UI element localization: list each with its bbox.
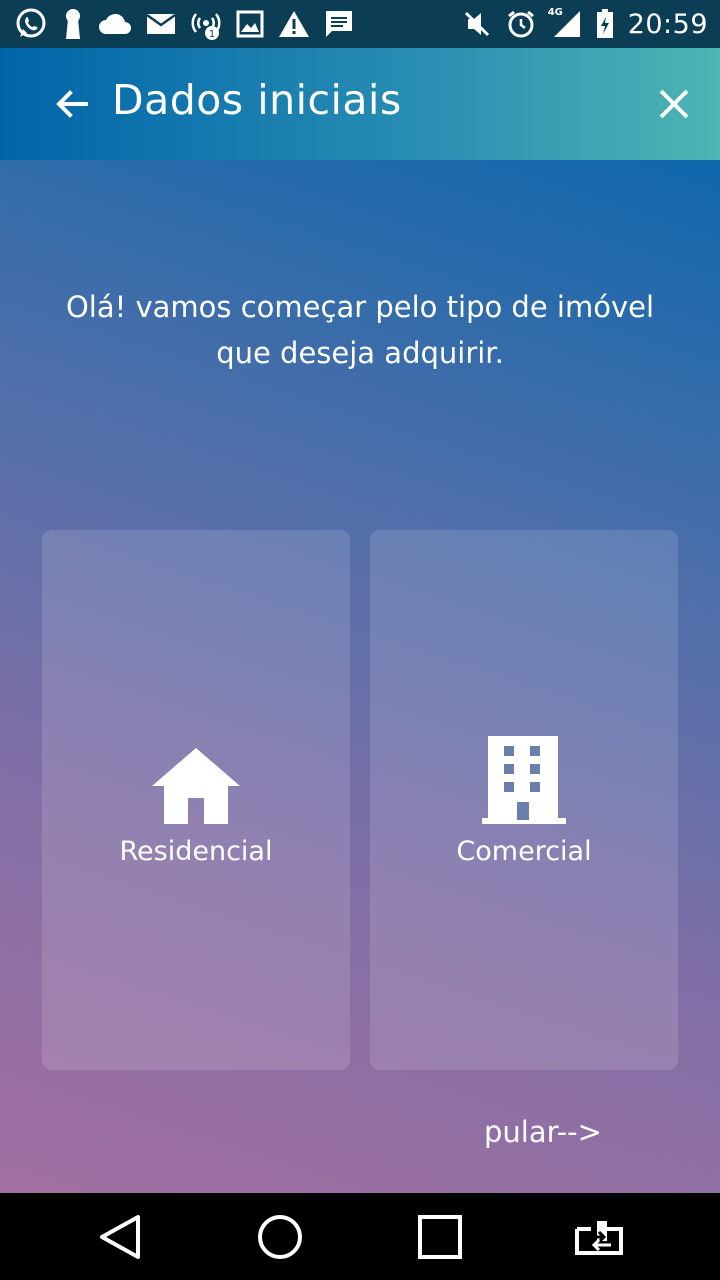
- home-circle-icon: [258, 1214, 302, 1259]
- warning-icon: [279, 11, 309, 37]
- house-icon: [150, 734, 242, 826]
- option-label-comercial: Comercial: [456, 835, 592, 867]
- intro-text: Olá! vamos começar pelo tipo de imóvel q…: [40, 284, 680, 376]
- whatsapp-icon: [16, 8, 46, 38]
- network-label: 4G: [547, 7, 563, 18]
- recents-square-icon: [418, 1214, 462, 1259]
- page-title: Dados iniciais: [112, 76, 402, 124]
- arrow-left-icon: [56, 90, 88, 118]
- signal-4g-icon: 4G: [547, 7, 582, 39]
- system-icons: 4G 20:59: [462, 7, 708, 40]
- mute-icon: [464, 11, 489, 37]
- skip-link[interactable]: pular-->: [484, 1115, 602, 1149]
- notification-icons: 1: [14, 7, 354, 41]
- close-button[interactable]: [652, 82, 696, 126]
- nav-back-button[interactable]: [80, 1197, 160, 1277]
- nav-switch-app-button[interactable]: [560, 1197, 640, 1277]
- navigation-bar: [0, 1193, 720, 1280]
- nav-home-button[interactable]: [240, 1197, 320, 1277]
- image-icon: [236, 10, 264, 38]
- main-content: Olá! vamos começar pelo tipo de imóvel q…: [0, 160, 720, 1193]
- intro-line-1: Olá! vamos começar pelo tipo de imóvel: [65, 290, 655, 324]
- mail-icon: [146, 13, 176, 34]
- option-label-residencial: Residencial: [119, 835, 273, 867]
- keyhole-icon: [66, 9, 80, 39]
- app-bar: Dados iniciais: [0, 48, 720, 160]
- back-button[interactable]: [50, 82, 94, 126]
- option-card-comercial[interactable]: Comercial: [370, 530, 678, 1070]
- alarm-icon: [507, 10, 534, 38]
- clock: 20:59: [627, 8, 708, 40]
- nav-recents-button[interactable]: [400, 1197, 480, 1277]
- wifi-hotspot-icon: 1: [191, 13, 221, 40]
- intro-line-2: que deseja adquirir.: [216, 336, 504, 370]
- close-icon: [659, 89, 689, 119]
- back-triangle-icon: [100, 1214, 140, 1259]
- svg-text:1: 1: [209, 29, 215, 40]
- switch-app-icon: [575, 1220, 623, 1255]
- building-icon: [482, 734, 566, 826]
- option-card-residencial[interactable]: Residencial: [42, 530, 350, 1070]
- cloud-icon: [99, 13, 131, 34]
- message-icon: [326, 11, 352, 37]
- status-bar: 1 4G 20:59: [0, 0, 720, 48]
- battery-charging-icon: [596, 9, 613, 38]
